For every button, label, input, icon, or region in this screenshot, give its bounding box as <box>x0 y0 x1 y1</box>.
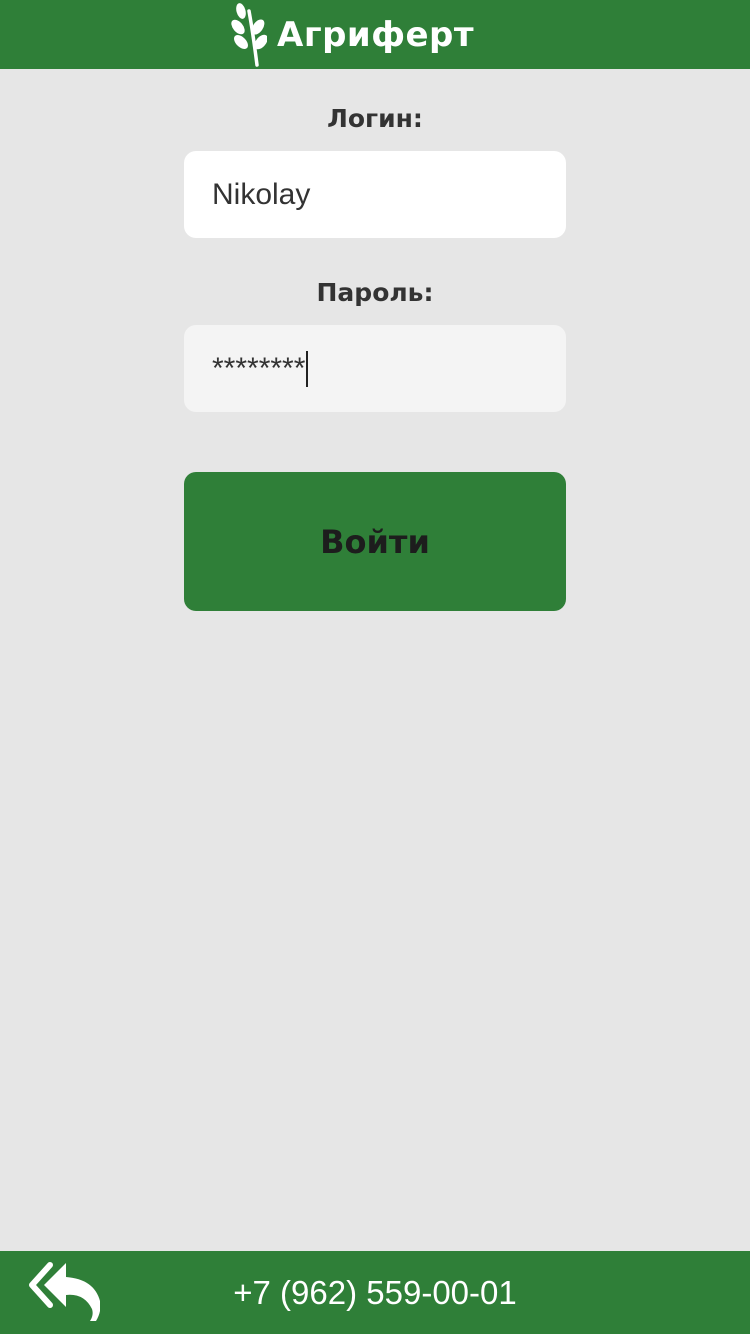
password-field[interactable]: ******** <box>184 325 566 412</box>
password-label: Пароль: <box>316 278 434 307</box>
phone-number[interactable]: +7 (962) 559-00-01 <box>0 1251 750 1334</box>
login-value: Nikolay <box>212 177 311 211</box>
text-caret <box>306 350 309 387</box>
brand: Агриферт <box>227 0 474 69</box>
brand-name: Агриферт <box>277 14 475 55</box>
login-field[interactable]: Nikolay <box>184 151 566 238</box>
footer-bar: +7 (962) 559-00-01 <box>0 1251 750 1334</box>
login-button[interactable]: Войти <box>184 472 566 611</box>
login-button-label: Войти <box>320 522 430 561</box>
login-label: Логин: <box>327 104 423 133</box>
wheat-icon <box>231 2 267 67</box>
password-value: ******** <box>212 351 306 385</box>
app-header: Агриферт <box>0 0 750 69</box>
